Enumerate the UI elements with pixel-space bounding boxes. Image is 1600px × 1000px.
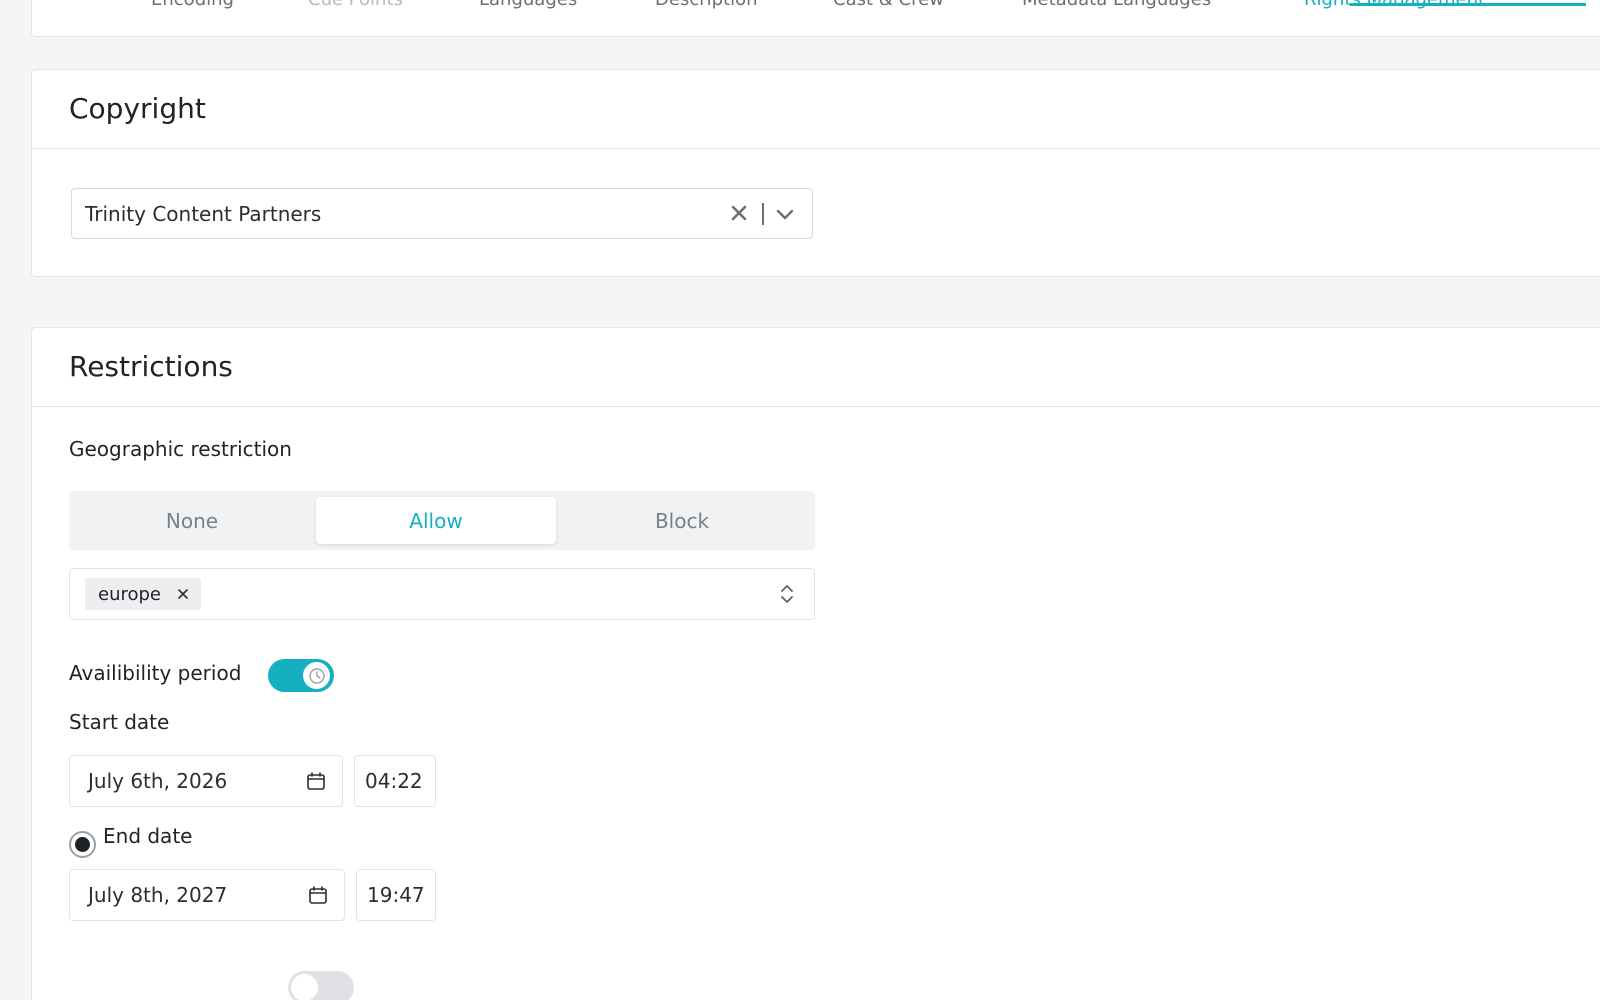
tab-languages[interactable]: Languages [479,0,577,10]
start-date-label: Start date [69,710,170,734]
geo-restriction-segmented: None Allow Block [69,491,815,550]
active-tab-indicator [1350,3,1586,6]
tab-encoding[interactable]: Encoding [151,0,234,10]
end-date-radio[interactable] [69,831,96,858]
copyright-title: Copyright [69,92,206,125]
region-multi-select[interactable]: europe [69,568,815,620]
restrictions-card: Restrictions Geographic restriction None… [31,327,1600,1000]
tab-description[interactable]: Description [655,0,758,10]
end-time-value: 19:47 [367,883,425,907]
availability-label: Availibility period [69,661,242,685]
end-date-input[interactable]: July 8th, 2027 [69,869,345,921]
start-time-input[interactable]: 04:22 [354,755,436,807]
tab-bar: Encoding Cue Points Languages Descriptio… [31,0,1600,37]
region-tag: europe [85,578,201,610]
copyright-header: Copyright [32,70,1600,149]
restrictions-title: Restrictions [69,350,233,383]
clock-icon [303,662,330,689]
copyright-card: Copyright Trinity Content Partners [31,69,1600,277]
start-time-value: 04:22 [365,769,423,793]
end-date-label: End date [103,824,193,848]
geo-option-allow[interactable]: Allow [316,497,556,544]
calendar-icon[interactable] [306,771,326,791]
select-separator [762,203,764,225]
tab-metadata-languages[interactable]: Metadata Languages [1022,0,1211,10]
close-icon[interactable] [727,201,751,225]
tab-cast-crew[interactable]: Cast & Crew [833,0,944,10]
geo-option-block[interactable]: Block [562,497,802,544]
chevron-up-down-icon[interactable] [778,583,796,605]
copyright-select[interactable]: Trinity Content Partners [71,188,813,239]
start-date-input[interactable]: July 6th, 2026 [69,755,343,807]
secondary-toggle[interactable] [288,971,354,1000]
restrictions-header: Restrictions [32,328,1600,407]
geo-restriction-label: Geographic restriction [69,437,292,461]
geo-option-none[interactable]: None [72,497,312,544]
region-tag-label: europe [98,583,161,605]
start-date-value: July 6th, 2026 [88,769,228,793]
calendar-icon[interactable] [308,885,328,905]
availability-toggle[interactable] [268,659,334,692]
toggle-knob [291,974,318,1000]
copyright-select-value: Trinity Content Partners [85,202,322,226]
chevron-down-icon[interactable] [772,201,798,227]
tab-cue-points[interactable]: Cue Points [308,0,403,10]
end-date-value: July 8th, 2027 [88,883,228,907]
remove-tag-icon[interactable] [175,586,191,602]
radio-selected-dot [75,837,90,852]
end-time-input[interactable]: 19:47 [356,869,436,921]
